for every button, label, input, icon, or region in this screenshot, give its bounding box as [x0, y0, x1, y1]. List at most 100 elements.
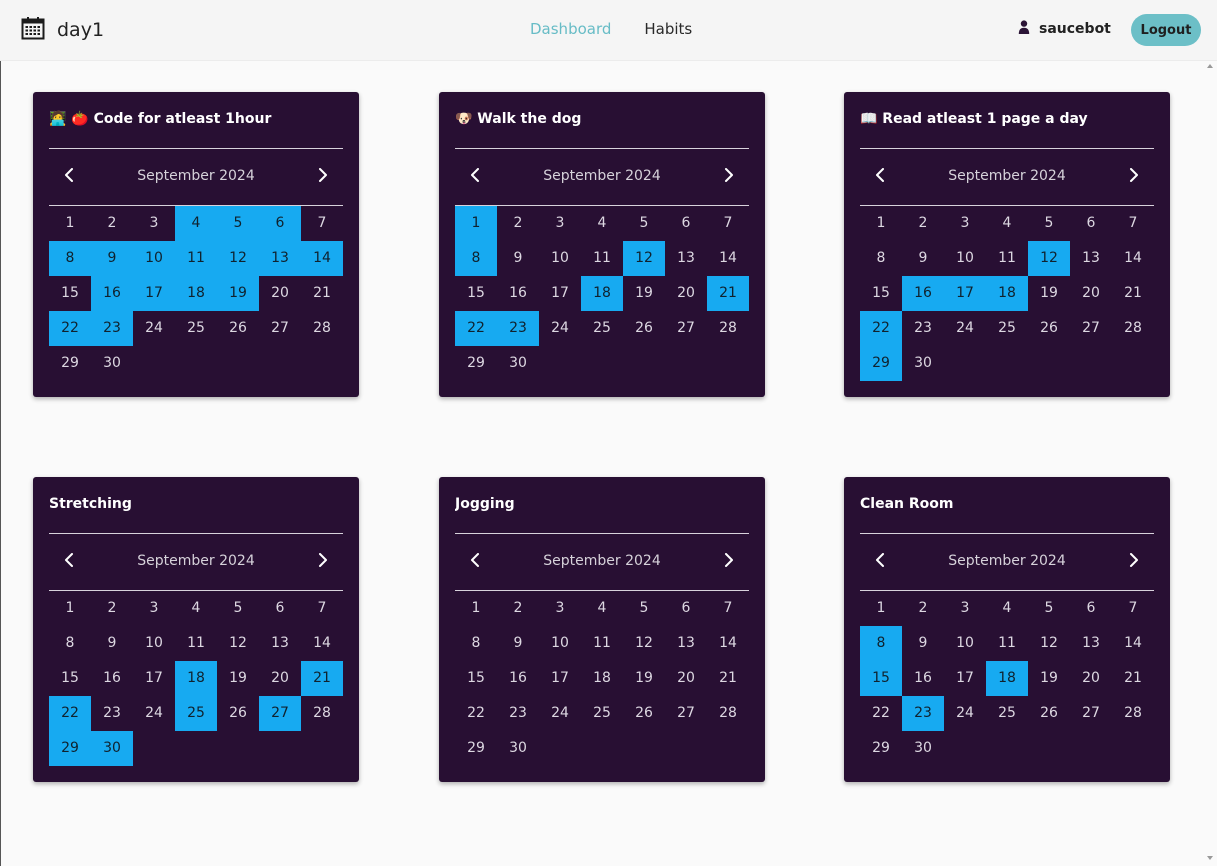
day-cell[interactable]: 18	[581, 661, 623, 696]
brand[interactable]: day1	[21, 15, 104, 45]
day-cell[interactable]: 7	[1112, 206, 1154, 241]
prev-month-button[interactable]	[860, 541, 900, 581]
day-cell[interactable]: 3	[944, 591, 986, 626]
day-cell[interactable]: 18	[581, 276, 623, 311]
day-cell[interactable]: 30	[91, 731, 133, 766]
day-cell[interactable]: 25	[175, 696, 217, 731]
day-cell[interactable]: 29	[860, 346, 902, 381]
day-cell[interactable]: 17	[944, 661, 986, 696]
day-cell[interactable]: 28	[301, 311, 343, 346]
day-cell[interactable]: 4	[986, 591, 1028, 626]
day-cell[interactable]: 19	[217, 661, 259, 696]
day-cell[interactable]: 17	[539, 661, 581, 696]
day-cell[interactable]: 27	[665, 696, 707, 731]
day-cell[interactable]: 17	[944, 276, 986, 311]
day-cell[interactable]: 15	[49, 661, 91, 696]
day-cell[interactable]: 25	[175, 311, 217, 346]
day-cell[interactable]: 24	[539, 311, 581, 346]
day-cell[interactable]: 9	[91, 626, 133, 661]
day-cell[interactable]: 25	[581, 696, 623, 731]
day-cell[interactable]: 23	[91, 311, 133, 346]
day-cell[interactable]: 11	[986, 626, 1028, 661]
day-cell[interactable]: 10	[944, 626, 986, 661]
day-cell[interactable]: 16	[91, 661, 133, 696]
day-cell[interactable]: 5	[623, 206, 665, 241]
day-cell[interactable]: 27	[1070, 311, 1112, 346]
day-cell[interactable]: 23	[497, 311, 539, 346]
next-month-button[interactable]	[303, 156, 343, 196]
day-cell[interactable]: 23	[91, 696, 133, 731]
day-cell[interactable]: 13	[665, 626, 707, 661]
day-cell[interactable]: 30	[902, 346, 944, 381]
day-cell[interactable]: 9	[902, 626, 944, 661]
day-cell[interactable]: 19	[1028, 661, 1070, 696]
day-cell[interactable]: 13	[1070, 241, 1112, 276]
day-cell[interactable]: 3	[133, 591, 175, 626]
day-cell[interactable]: 19	[217, 276, 259, 311]
day-cell[interactable]: 2	[497, 206, 539, 241]
day-cell[interactable]: 16	[497, 276, 539, 311]
day-cell[interactable]: 2	[91, 591, 133, 626]
day-cell[interactable]: 24	[133, 311, 175, 346]
day-cell[interactable]: 21	[301, 661, 343, 696]
day-cell[interactable]: 24	[539, 696, 581, 731]
day-cell[interactable]: 30	[902, 731, 944, 766]
next-month-button[interactable]	[709, 156, 749, 196]
day-cell[interactable]: 5	[217, 591, 259, 626]
day-cell[interactable]: 13	[1070, 626, 1112, 661]
day-cell[interactable]: 23	[497, 696, 539, 731]
day-cell[interactable]: 17	[133, 661, 175, 696]
day-cell[interactable]: 21	[1112, 276, 1154, 311]
day-cell[interactable]: 22	[49, 696, 91, 731]
day-cell[interactable]: 25	[581, 311, 623, 346]
nav-link-dashboard[interactable]: Dashboard	[530, 19, 611, 39]
day-cell[interactable]: 10	[539, 241, 581, 276]
day-cell[interactable]: 26	[623, 311, 665, 346]
day-cell[interactable]: 24	[944, 311, 986, 346]
day-cell[interactable]: 10	[133, 241, 175, 276]
day-cell[interactable]: 29	[49, 731, 91, 766]
day-cell[interactable]: 17	[133, 276, 175, 311]
day-cell[interactable]: 7	[301, 591, 343, 626]
day-cell[interactable]: 12	[623, 241, 665, 276]
day-cell[interactable]: 29	[49, 346, 91, 381]
day-cell[interactable]: 11	[175, 241, 217, 276]
day-cell[interactable]: 20	[1070, 276, 1112, 311]
day-cell[interactable]: 30	[497, 731, 539, 766]
day-cell[interactable]: 1	[49, 591, 91, 626]
day-cell[interactable]: 23	[902, 696, 944, 731]
day-cell[interactable]: 2	[902, 206, 944, 241]
day-cell[interactable]: 18	[986, 276, 1028, 311]
day-cell[interactable]: 4	[986, 206, 1028, 241]
day-cell[interactable]: 18	[986, 661, 1028, 696]
day-cell[interactable]: 16	[91, 276, 133, 311]
prev-month-button[interactable]	[860, 156, 900, 196]
day-cell[interactable]: 11	[986, 241, 1028, 276]
day-cell[interactable]: 5	[217, 206, 259, 241]
day-cell[interactable]: 3	[944, 206, 986, 241]
day-cell[interactable]: 9	[91, 241, 133, 276]
day-cell[interactable]: 4	[175, 591, 217, 626]
day-cell[interactable]: 6	[665, 591, 707, 626]
day-cell[interactable]: 2	[91, 206, 133, 241]
day-cell[interactable]: 26	[623, 696, 665, 731]
day-cell[interactable]: 13	[259, 626, 301, 661]
day-cell[interactable]: 10	[539, 626, 581, 661]
day-cell[interactable]: 3	[133, 206, 175, 241]
day-cell[interactable]: 7	[1112, 591, 1154, 626]
day-cell[interactable]: 28	[707, 696, 749, 731]
day-cell[interactable]: 21	[301, 276, 343, 311]
day-cell[interactable]: 24	[944, 696, 986, 731]
day-cell[interactable]: 14	[707, 626, 749, 661]
prev-month-button[interactable]	[455, 156, 495, 196]
day-cell[interactable]: 19	[623, 276, 665, 311]
day-cell[interactable]: 12	[1028, 241, 1070, 276]
day-cell[interactable]: 28	[301, 696, 343, 731]
day-cell[interactable]: 29	[860, 731, 902, 766]
day-cell[interactable]: 18	[175, 661, 217, 696]
next-month-button[interactable]	[1114, 541, 1154, 581]
day-cell[interactable]: 21	[707, 661, 749, 696]
day-cell[interactable]: 29	[455, 731, 497, 766]
day-cell[interactable]: 27	[1070, 696, 1112, 731]
day-cell[interactable]: 28	[1112, 696, 1154, 731]
